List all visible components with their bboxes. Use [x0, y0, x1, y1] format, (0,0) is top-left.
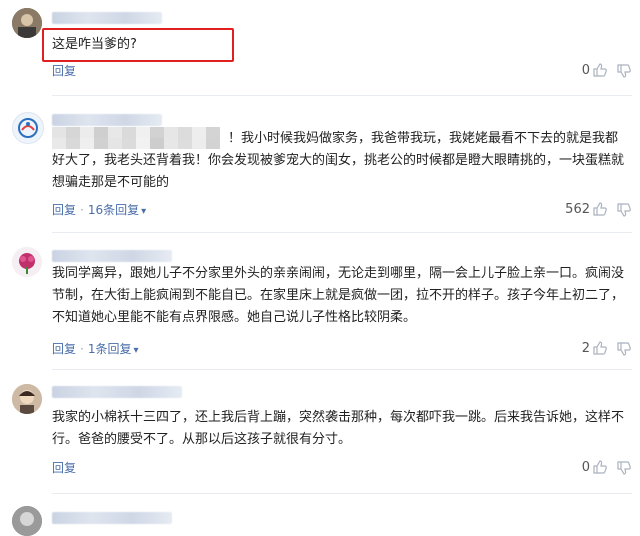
comment-3: 我同学离异，跟她儿子不分家里外头的亲亲闹闹，无论走到哪里，隔一会上儿子脸上亲一口…: [0, 233, 640, 369]
chevron-down-icon[interactable]: ▾: [133, 343, 138, 359]
view-replies-link[interactable]: 1条回复: [88, 342, 132, 356]
like-count: 562: [565, 202, 590, 217]
avatar[interactable]: [12, 506, 42, 536]
reply-button[interactable]: 回复: [52, 63, 76, 79]
avatar[interactable]: [12, 247, 42, 277]
username-redacted[interactable]: [52, 12, 162, 24]
reply-button[interactable]: 回复 · 1条回复 ▾: [52, 341, 139, 359]
like-count: 0: [581, 460, 590, 475]
comment-text: 这是咋当爹的?: [52, 37, 137, 52]
username-redacted[interactable]: [52, 114, 162, 126]
comment-4: 我家的小棉袄十三四了，还上我后背上蹦，突然袭击那种，每次都吓我一跳。后来我告诉她…: [0, 370, 640, 494]
thumbs-down-icon[interactable]: [616, 341, 632, 357]
avatar[interactable]: [12, 384, 42, 414]
thumbs-up-icon[interactable]: [592, 201, 608, 217]
reply-label[interactable]: 回复: [52, 203, 76, 217]
comment-5-partial: [0, 494, 640, 536]
comment-text: 好大了，我老头还背着我！你会发现被爹宠大的闺女，挑老公的时候都是瞪大眼睛挑的，一…: [52, 153, 625, 190]
thumbs-down-icon[interactable]: [616, 63, 632, 79]
view-replies-link[interactable]: 16条回复: [88, 203, 139, 217]
like-count: 0: [581, 63, 590, 78]
username-redacted[interactable]: [52, 250, 172, 262]
avatar[interactable]: [12, 112, 44, 144]
avatar[interactable]: [12, 8, 42, 38]
comment-text: 我家的小棉袄十三四了，还上我后背上蹦，突然袭击那种，每次都吓我一跳。后来我告诉她…: [52, 410, 625, 447]
thumbs-down-icon[interactable]: [616, 202, 632, 218]
comment-2: ！我小时候我妈做家务，我爸带我玩，我姥姥最看不下去的就是我都 好大了，我老头还背…: [0, 96, 640, 232]
reply-label[interactable]: 回复: [52, 342, 76, 356]
username-redacted[interactable]: [52, 512, 172, 524]
thumbs-up-icon[interactable]: [592, 340, 608, 356]
comment-1: 这是咋当爹的? 回复 0: [0, 0, 640, 96]
reply-button[interactable]: 回复: [52, 460, 76, 476]
comment-text-line1: ！我小时候我妈做家务，我爸带我玩，我姥姥最看不下去的就是我都: [228, 131, 619, 146]
thumbs-up-icon[interactable]: [592, 459, 608, 475]
username-redacted[interactable]: [52, 386, 182, 398]
reply-button[interactable]: 回复 · 16条回复 ▾: [52, 202, 146, 220]
thumbs-up-icon[interactable]: [592, 62, 608, 78]
like-count: 2: [581, 341, 590, 356]
thumbs-down-icon[interactable]: [616, 460, 632, 476]
chevron-down-icon[interactable]: ▾: [141, 204, 146, 220]
redacted-text-mosaic: [52, 127, 232, 149]
comment-text: 我同学离异，跟她儿子不分家里外头的亲亲闹闹，无论走到哪里，隔一会上儿子脸上亲一口…: [52, 266, 625, 325]
